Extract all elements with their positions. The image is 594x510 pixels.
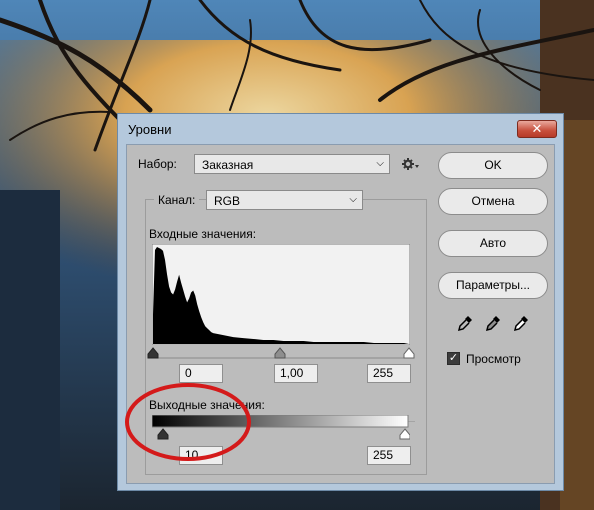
input-black-slider[interactable] [147,347,159,359]
preset-select[interactable]: Заказная ⌵ [194,154,390,174]
chevron-down-icon: ⌵ [349,194,357,205]
close-button[interactable]: ✕ [517,120,557,138]
input-gamma-slider[interactable] [274,347,286,359]
input-gamma-field[interactable]: 1,00 [274,364,318,383]
channel-select[interactable]: RGB ⌵ [206,190,363,210]
input-levels-label: Входные значения: [149,227,257,241]
gear-icon[interactable] [402,156,420,172]
annotation-ellipse [125,383,251,461]
output-white-field[interactable]: 255 [367,446,411,465]
title-bar: Уровни ✕ [118,114,563,144]
channel-label: Канал: [154,193,200,207]
black-eyedropper-icon[interactable] [457,315,473,333]
preset-value: Заказная [202,158,254,172]
input-slider[interactable] [147,346,417,360]
preview-checkbox[interactable]: ✓ [447,352,460,365]
output-white-slider[interactable] [399,428,410,440]
white-eyedropper-icon[interactable] [513,315,529,333]
cancel-button[interactable]: Отмена [438,188,548,215]
preview-label: Просмотр [466,352,521,366]
preset-label: Набор: [138,157,177,171]
options-button[interactable]: Параметры... [438,272,548,299]
input-white-slider[interactable] [403,347,415,359]
dialog-title: Уровни [128,122,172,137]
ok-button[interactable]: OK [438,152,548,179]
gray-eyedropper-icon[interactable] [485,315,501,333]
histogram [152,244,410,345]
chevron-down-icon: ⌵ [376,158,384,169]
input-white-field[interactable]: 255 [367,364,411,383]
auto-button[interactable]: Авто [438,230,548,257]
channel-value: RGB [214,194,241,208]
